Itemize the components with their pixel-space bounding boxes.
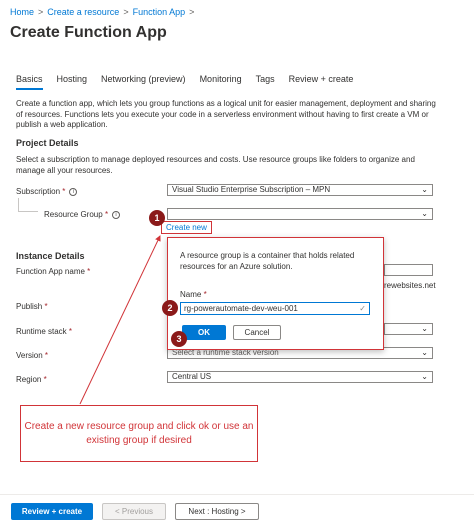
annotation-callout: Create a new resource group and click ok… <box>20 405 258 462</box>
next-hosting-button[interactable]: Next : Hosting > <box>175 503 259 520</box>
review-create-button[interactable]: Review + create <box>11 503 93 520</box>
previous-button[interactable]: < Previous <box>102 503 166 520</box>
footer-divider <box>0 494 474 495</box>
